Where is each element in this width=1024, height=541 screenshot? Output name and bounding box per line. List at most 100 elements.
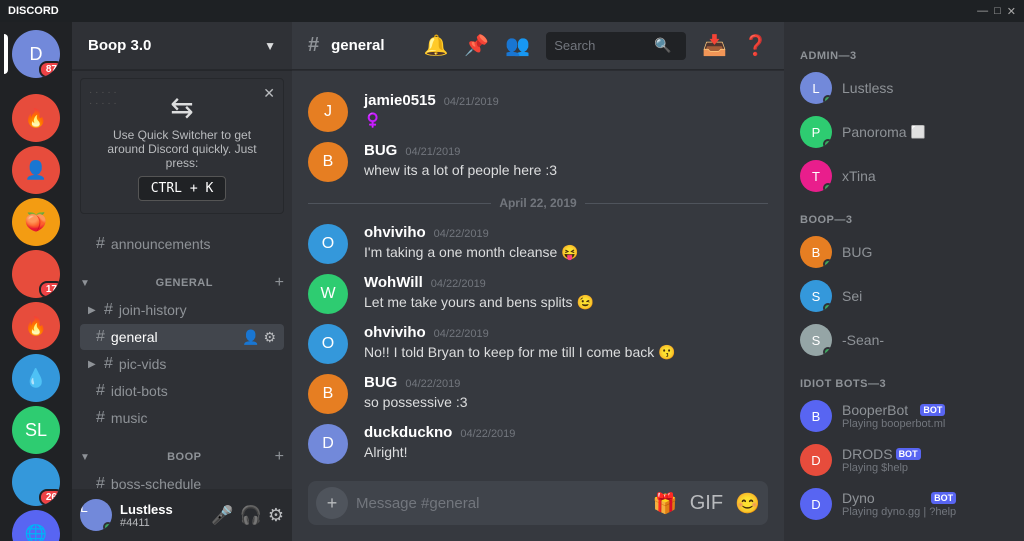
message-username[interactable]: BUG <box>364 142 397 159</box>
pin-icon[interactable]: 📌 <box>464 33 489 58</box>
server-icon-img-1[interactable]: 🔥 <box>12 94 60 142</box>
gift-icon[interactable]: 🎁 <box>653 491 678 516</box>
minimize-button[interactable]: — <box>977 5 988 18</box>
member-info: Panoroma⬜ <box>842 124 926 140</box>
server-icon-2[interactable]: 👤 <box>12 146 60 194</box>
help-icon[interactable]: ❓ <box>743 33 768 58</box>
inbox-icon[interactable]: 📥 <box>702 33 727 58</box>
quick-switcher-close[interactable]: ✕ <box>263 85 275 102</box>
maximize-button[interactable]: □ <box>994 5 1001 18</box>
message-content: ohviviho04/22/2019No!! I told Bryan to k… <box>364 324 768 364</box>
server-icon-img-8[interactable]: 26 <box>12 458 60 506</box>
notification-bell-icon[interactable]: 🔔 <box>423 33 448 58</box>
emoji-icon[interactable]: 😊 <box>735 491 760 516</box>
server-icon-1[interactable]: 🔥 <box>12 94 60 142</box>
server-icon-5[interactable]: 🔥 <box>12 302 60 350</box>
member-avatar: D <box>800 444 832 476</box>
member-item[interactable]: BBooperBotBOTPlaying booperbot.ml <box>792 394 1016 438</box>
member-info: xTina <box>842 168 876 184</box>
message-username[interactable]: jamie0515 <box>364 92 436 109</box>
attach-button[interactable]: + <box>316 487 348 519</box>
channel-item-boss-schedule[interactable]: # boss-schedule <box>80 471 284 489</box>
member-crown-icon: ⬜ <box>911 125 926 139</box>
member-status-dot <box>823 183 832 192</box>
input-icons: 🎁 GIF 😊 <box>653 491 760 516</box>
server-icon-3[interactable]: 🍑 <box>12 198 60 246</box>
category-add-icon[interactable]: + <box>275 274 284 292</box>
message-avatar[interactable]: J <box>308 92 348 132</box>
server-icon-img-6[interactable]: 💧 <box>12 354 60 402</box>
member-avatar: S <box>800 324 832 356</box>
server-icon-img-2[interactable]: 👤 <box>12 146 60 194</box>
message-username[interactable]: BUG <box>364 374 397 391</box>
server-icon-img-9[interactable]: 🌐NEW <box>12 510 60 541</box>
channel-hash-icon: # <box>308 34 319 57</box>
deafen-icon[interactable]: 🎧 <box>239 505 261 526</box>
member-item[interactable]: SSei <box>792 274 1016 318</box>
message-avatar[interactable]: B <box>308 142 348 182</box>
date-text: April 22, 2019 <box>499 196 576 210</box>
member-item[interactable]: BBUG <box>792 230 1016 274</box>
category-add-icon[interactable]: + <box>275 448 284 466</box>
message-avatar[interactable]: O <box>308 224 348 264</box>
close-button[interactable]: ✕ <box>1007 5 1016 18</box>
channel-item-idiot-bots[interactable]: # idiot-bots <box>80 378 284 404</box>
server-header[interactable]: Boop 3.0 ▼ <box>72 22 292 70</box>
server-badge-8: 26 <box>39 489 60 506</box>
server-icon-7[interactable]: SL <box>12 406 60 454</box>
gif-icon[interactable]: GIF <box>690 492 723 515</box>
server-icon-img-4[interactable]: 17 <box>12 250 60 298</box>
member-item[interactable]: TxTina <box>792 154 1016 198</box>
message-text: Alright! <box>364 443 768 463</box>
add-member-icon[interactable]: 👤 <box>242 329 259 346</box>
message-avatar[interactable]: O <box>308 324 348 364</box>
server-icon-img-0[interactable]: D87 <box>12 30 60 78</box>
server-name: Boop 3.0 <box>88 37 151 54</box>
search-icon[interactable]: 🔍 <box>654 37 671 54</box>
member-item[interactable]: LLustless <box>792 66 1016 110</box>
channel-item-announcements[interactable]: # announcements <box>80 231 284 257</box>
server-icon-img-7[interactable]: SL <box>12 406 60 454</box>
server-icon-0[interactable]: D87 <box>12 30 60 78</box>
search-input[interactable] <box>554 38 654 53</box>
member-name: -Sean- <box>842 332 884 348</box>
message-avatar[interactable]: D <box>308 424 348 464</box>
message-group: BBUG04/21/2019whew its a lot of people h… <box>292 138 784 186</box>
settings-icon[interactable]: ⚙ <box>268 505 284 526</box>
user-avatar[interactable]: L <box>80 499 112 531</box>
server-icon-img-3[interactable]: 🍑 <box>12 198 60 246</box>
mute-icon[interactable]: 🎤 <box>211 505 233 526</box>
hash-icon: # <box>96 235 105 253</box>
quick-switcher-shortcut[interactable]: CTRL + K <box>138 176 227 201</box>
message-username[interactable]: ohviviho <box>364 324 426 341</box>
member-item[interactable]: DDRODSBOTPlaying $help <box>792 438 1016 482</box>
message-input[interactable] <box>356 495 653 512</box>
category-boop[interactable]: ▼ BOOP + <box>72 432 292 470</box>
server-icon-4[interactable]: 17 <box>12 250 60 298</box>
member-playing: Playing $help <box>842 462 921 474</box>
header-icons: 🔔 📌 👥 🔍 📥 ❓ <box>423 32 768 60</box>
member-item[interactable]: PPanoroma⬜ <box>792 110 1016 154</box>
server-icon-9[interactable]: 🌐NEW <box>12 510 60 541</box>
channel-item-music[interactable]: # music <box>80 405 284 431</box>
message-text: Let me take yours and bens splits 😉 <box>364 293 768 313</box>
members-icon[interactable]: 👥 <box>505 33 530 58</box>
channel-item-general[interactable]: # general 👤 ⚙ <box>80 324 284 350</box>
message-username[interactable]: duckduckno <box>364 424 452 441</box>
server-icon-img-5[interactable]: 🔥 <box>12 302 60 350</box>
channel-item-pic-vids[interactable]: ▶ # pic-vids <box>80 351 284 377</box>
member-item[interactable]: DDynoBOTPlaying dyno.gg | ?help <box>792 482 1016 526</box>
settings-icon[interactable]: ⚙ <box>263 329 276 346</box>
channel-item-join-history[interactable]: ▶ # join-history <box>80 297 284 323</box>
message-username[interactable]: ohviviho <box>364 224 426 241</box>
message-avatar[interactable]: B <box>308 374 348 414</box>
server-icon-8[interactable]: 26 <box>12 458 60 506</box>
message-username[interactable]: WohWill <box>364 274 423 291</box>
member-item[interactable]: S -Sean- <box>792 318 1016 362</box>
server-icon-6[interactable]: 💧 <box>12 354 60 402</box>
message-content: jamie051504/21/2019♀️ <box>364 92 768 132</box>
message-avatar[interactable]: W <box>308 274 348 314</box>
category-general[interactable]: ▼ GENERAL + <box>72 258 292 296</box>
search-bar[interactable]: 🔍 <box>546 32 686 60</box>
server-list: D87🔥👤🍑17🔥💧SL26🌐NEW <box>0 22 72 541</box>
